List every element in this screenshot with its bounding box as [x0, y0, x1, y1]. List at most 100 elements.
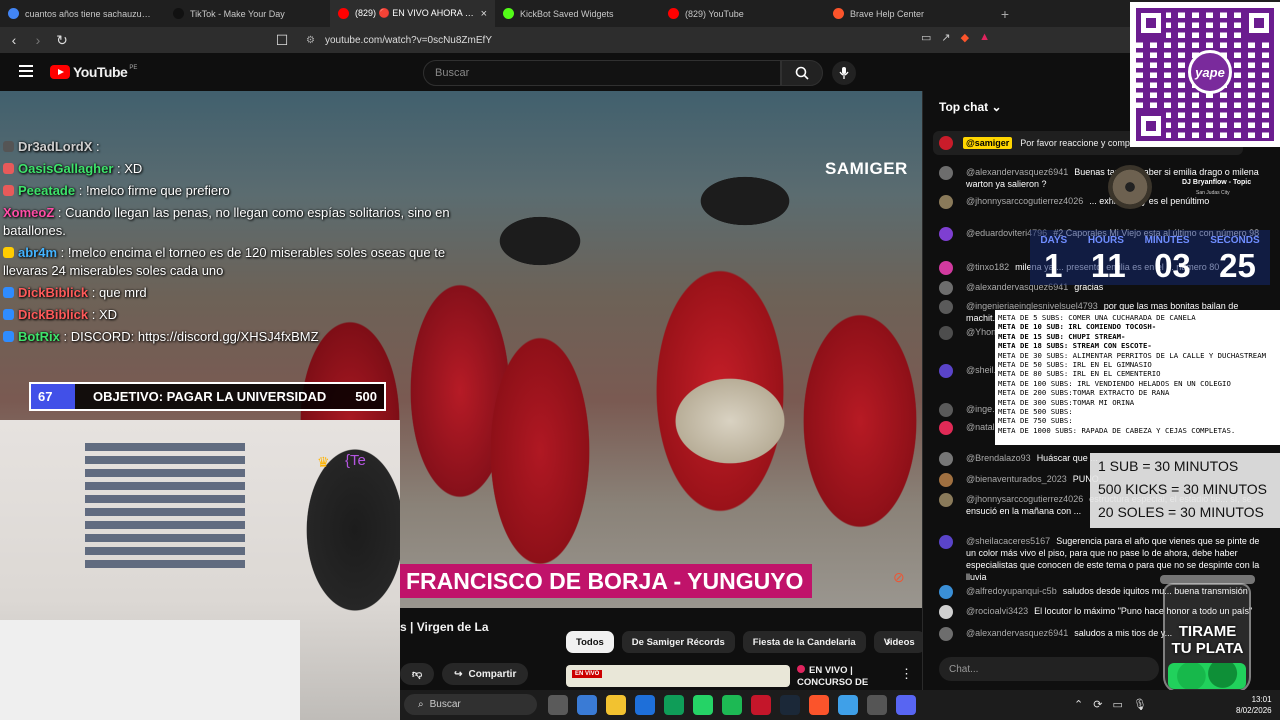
taskbar-app-icon[interactable] [867, 695, 887, 715]
chat-author[interactable]: @Brendalazo93 [966, 453, 1031, 463]
browser-tab[interactable]: cuantos años tiene sachauzumaki - B [0, 0, 165, 27]
battery-icon[interactable]: ▭ [1112, 698, 1122, 711]
taskbar-apps [548, 695, 916, 715]
taskbar-search[interactable]: ⌕ Buscar [404, 694, 537, 715]
avatar [939, 326, 953, 340]
avatar [939, 493, 953, 507]
chat-badge-icon [3, 247, 14, 258]
filter-chip[interactable]: Fiesta de la Candelaria [742, 631, 866, 653]
address-bar[interactable]: ⚙ youtube.com/watch?v=0scNu8ZmEfY [306, 35, 492, 46]
browser-tab[interactable]: (829) 🔴 EN VIVO AHORA - LIX × [330, 0, 495, 27]
browser-tab[interactable]: KickBot Saved Widgets [495, 0, 660, 27]
filter-chip[interactable]: De Samiger Récords [621, 631, 735, 653]
new-tab-button[interactable]: + [990, 0, 1020, 27]
countdown-minutes-label: MINUTES [1144, 235, 1190, 246]
brave-shields-icon[interactable]: ◆ [961, 31, 969, 44]
sub-goal-item: META DE 100 SUBS: IRL VENDIENDO HELADOS … [998, 378, 1231, 388]
dislike-button[interactable]: 👎︎ [400, 663, 435, 685]
related-filter-chips: Todos De Samiger Récords Fiesta de la Cand… [566, 631, 925, 653]
bookmark-icon[interactable]: ☐ [272, 30, 292, 50]
recommended-video-title[interactable]: EN VIVO | CONCURSO DE [797, 665, 868, 689]
overlay-chat-user: Peeatade [18, 183, 76, 198]
taskbar-app-icon[interactable] [809, 695, 829, 715]
overlay-chat-text: : que mrd [91, 285, 147, 300]
overlay-chat-line: OasisGallagher : XD [3, 160, 493, 178]
avatar [939, 452, 953, 466]
forward-icon[interactable]: › [28, 30, 48, 50]
taskbar-app-icon[interactable] [693, 695, 713, 715]
sub-goal-item: META DE 5 SUBS: COMER UNA CUCHARADA DE C… [998, 313, 1196, 322]
chat-author[interactable]: @jhonnysarccogutierrez4026 [966, 196, 1083, 206]
share-icon[interactable]: ↗ [941, 31, 950, 44]
chat-mode-label: Top chat [939, 100, 989, 114]
back-icon[interactable]: ‹ [4, 30, 24, 50]
countdown-hours-label: HOURS [1087, 235, 1124, 246]
chat-badge-icon [3, 141, 14, 152]
system-tray: ⌃ ⟳ ▭ 🎙︎ [1074, 698, 1147, 711]
taskbar-app-icon[interactable] [635, 695, 655, 715]
now-playing-widget: DJ Bryanflow - Topic San Judas City [1108, 165, 1258, 209]
search-input[interactable]: Buscar [423, 60, 781, 86]
goal-label: OBJETIVO: PAGAR LA UNIVERSIDAD [93, 389, 327, 404]
taskbar-app-icon[interactable] [548, 695, 568, 715]
chat-author[interactable]: @jhonnysarccogutierrez4026 [966, 494, 1083, 504]
country-code: PE [129, 65, 138, 71]
microphone-icon[interactable]: 🎙︎ [1133, 698, 1147, 711]
browser-tab[interactable]: TikTok - Make Your Day [165, 0, 330, 27]
taskbar-app-icon[interactable] [780, 695, 800, 715]
brave-rewards-icon[interactable]: ▲ [979, 31, 990, 44]
reload-icon[interactable]: ↻ [52, 30, 72, 50]
chat-author[interactable]: @sheilacaceres5167 [966, 536, 1050, 546]
countdown-seconds-label: SECONDS [1210, 235, 1260, 246]
site-info-icon[interactable]: ⚙ [306, 35, 315, 46]
overlay-chat-line: DickBiblick : XD [3, 306, 493, 324]
voice-search-button[interactable] [832, 61, 856, 85]
filter-chip[interactable]: Todos [566, 631, 614, 653]
qr-finder [1244, 8, 1274, 38]
url-text: youtube.com/watch?v=0scNu8ZmEfY [324, 34, 492, 46]
chat-author[interactable]: @alexandervasquez6941 [966, 628, 1068, 638]
taskbar-app-icon[interactable] [896, 695, 916, 715]
more-options-icon[interactable]: ⋮ [900, 666, 913, 682]
clock-time: 13:01 [1251, 695, 1272, 704]
taskbar-app-icon[interactable] [664, 695, 684, 715]
chevron-up-icon[interactable]: ⌃ [1074, 698, 1083, 711]
taskbar-app-icon[interactable] [606, 695, 626, 715]
chat-author[interactable]: @rocioalvi3423 [966, 606, 1028, 616]
sync-icon[interactable]: ⟳ [1093, 698, 1102, 711]
recommended-video-thumbnail[interactable]: EN VIVO [566, 665, 790, 687]
taskbar-app-icon[interactable] [838, 695, 858, 715]
avatar [939, 136, 953, 150]
countdown-seconds: 25 [1219, 247, 1256, 284]
chat-mode-dropdown[interactable]: Top chat ⌄ [939, 100, 1002, 114]
filter-chip[interactable]: Videos [873, 631, 925, 653]
chat-text: saludos a mis tios de y... [1074, 628, 1173, 638]
chat-author[interactable]: @alfredoyupanqui-c5b [966, 586, 1057, 596]
search-button[interactable] [781, 60, 823, 86]
chevron-down-icon: ⌄ [991, 100, 1002, 114]
pinned-text: Por favor reaccione y compart [1020, 138, 1141, 148]
taskbar-app-icon[interactable] [751, 695, 771, 715]
close-tab-icon[interactable]: × [481, 8, 487, 20]
chat-author[interactable]: @alexandervasquez6941 [966, 167, 1068, 177]
menu-icon[interactable] [19, 65, 33, 77]
tab-favicon-icon [8, 8, 19, 19]
subathon-rates: 1 SUB = 30 MINUTOS 500 KICKS = 30 MINUTO… [1090, 453, 1280, 528]
browser-tab[interactable]: (829) YouTube [660, 0, 825, 27]
chat-author[interactable]: @bienaventurados_2023 [966, 474, 1067, 484]
chat-input[interactable]: Chat... [939, 657, 1159, 681]
chevron-right-icon[interactable]: › [886, 633, 891, 649]
stream-goal-bar: 67 OBJETIVO: PAGAR LA UNIVERSIDAD 500 [29, 382, 386, 411]
overlay-chat-user: BotRix [18, 329, 60, 344]
youtube-logo[interactable]: YouTube PE [50, 64, 137, 80]
cast-icon[interactable]: ▭ [921, 31, 931, 44]
taskbar-clock[interactable]: 13:01 8/02/2026 [1236, 694, 1272, 716]
share-button[interactable]: ↪ Compartir [442, 663, 529, 685]
overlay-chat-line: XomeoZ : Cuando llegan las penas, no lle… [3, 204, 493, 240]
taskbar-app-icon[interactable] [722, 695, 742, 715]
taskbar-app-icon[interactable] [577, 695, 597, 715]
chat-badge-icon [3, 331, 14, 342]
browser-tab[interactable]: Brave Help Center [825, 0, 990, 27]
clock-date: 8/02/2026 [1236, 706, 1272, 715]
chat-author[interactable]: @tinxo182 [966, 262, 1009, 272]
